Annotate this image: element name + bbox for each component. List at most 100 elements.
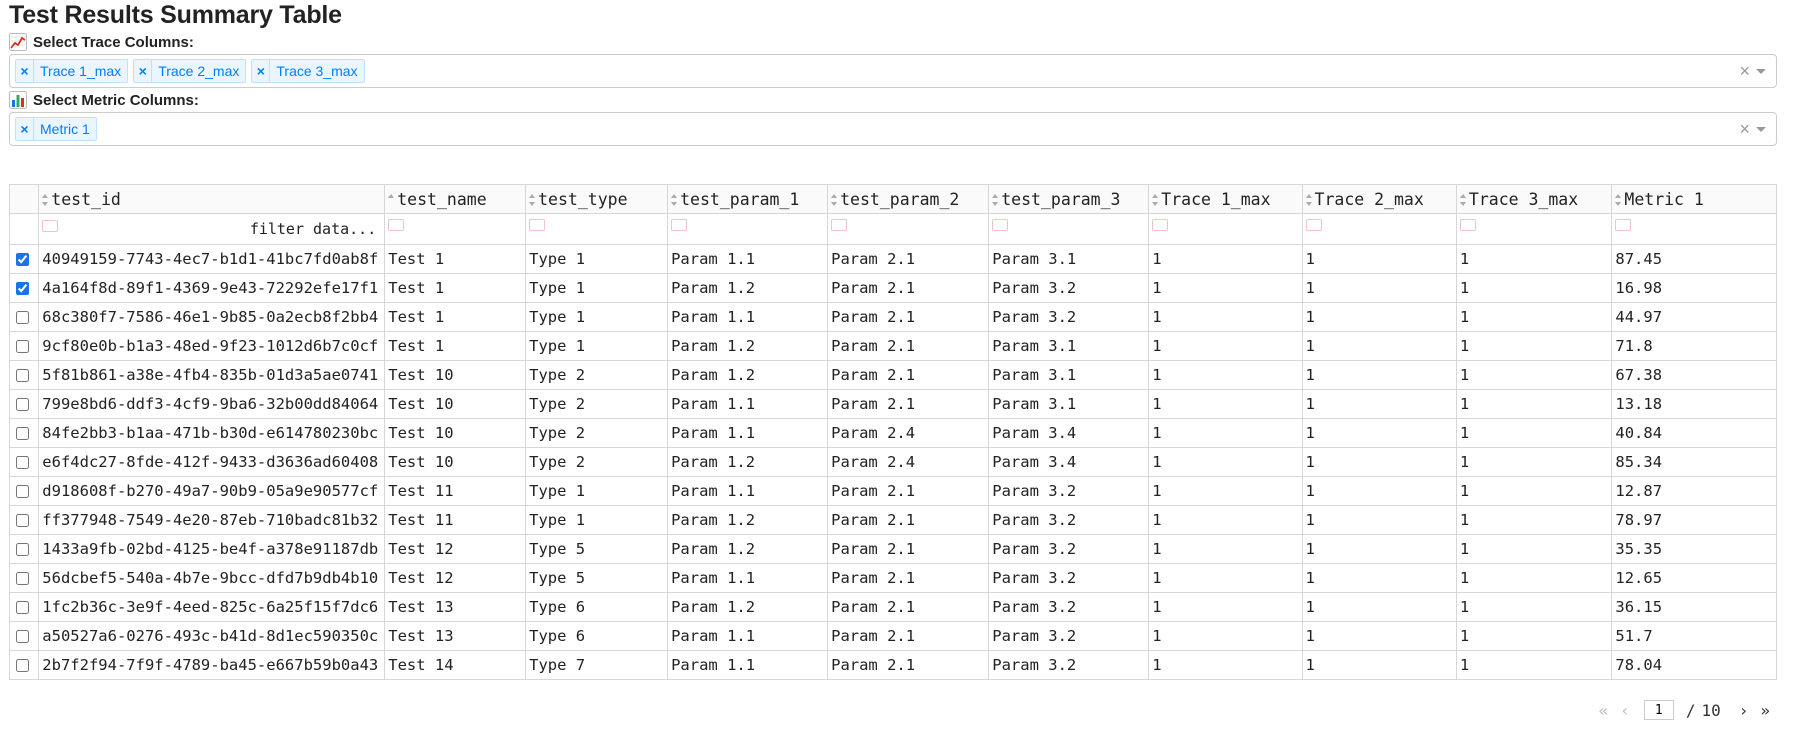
row-select-checkbox[interactable]: [16, 368, 29, 382]
table-cell[interactable]: 9cf80e0b-b1a3-48ed-9f23-1012d6b7c0cf: [38, 331, 386, 361]
table-cell[interactable]: Type 5: [525, 534, 669, 564]
table-cell[interactable]: Test 11: [384, 476, 527, 506]
row-select-checkbox[interactable]: [16, 600, 29, 614]
table-cell[interactable]: Test 13: [384, 621, 527, 651]
sort-icon[interactable]: [42, 193, 49, 206]
table-row[interactable]: 84fe2bb3-b1aa-471b-b30d-e614780230bc Test…: [8, 418, 1777, 448]
table-cell[interactable]: Test 14: [384, 650, 527, 680]
table-cell[interactable]: 1: [1301, 447, 1457, 477]
table-cell[interactable]: 1: [1148, 534, 1303, 564]
table-cell[interactable]: Type 5: [525, 563, 669, 593]
table-row[interactable]: ff377948-7549-4e20-87eb-710badc81b32 Test…: [8, 505, 1777, 535]
table-cell[interactable]: 1: [1455, 418, 1613, 448]
table-cell[interactable]: Type 2: [525, 389, 669, 419]
sort-icon[interactable]: [1459, 193, 1467, 206]
row-select-checkbox[interactable]: [16, 252, 29, 266]
trace-chip-remove-button[interactable]: ×: [16, 60, 34, 82]
table-cell[interactable]: Param 3.2: [988, 621, 1150, 651]
table-cell[interactable]: Type 7: [525, 650, 669, 680]
table-cell[interactable]: Test 1: [384, 244, 527, 274]
table-cell[interactable]: 1: [1455, 389, 1613, 419]
row-select-checkbox[interactable]: [16, 513, 29, 527]
column-filter-input[interactable]: [525, 213, 669, 245]
trace-clear-all-button[interactable]: ×: [1739, 61, 1750, 82]
table-row[interactable]: d918608f-b270-49a7-90b9-05a9e90577cf Test…: [8, 476, 1777, 506]
row-select-checkbox[interactable]: [16, 542, 29, 556]
table-row[interactable]: 1fc2b36c-3e9f-4eed-825c-6a25f15f7dc6 Test…: [8, 592, 1777, 622]
table-cell[interactable]: 12.65: [1611, 563, 1777, 593]
table-cell[interactable]: Param 2.1: [827, 534, 990, 564]
table-cell[interactable]: Param 3.2: [988, 476, 1150, 506]
column-filter-input[interactable]: filter data...: [38, 213, 386, 245]
table-cell[interactable]: Param 3.2: [988, 592, 1150, 622]
table-cell[interactable]: 40949159-7743-4ec7-b1d1-41bc7fd0ab8f: [38, 244, 386, 274]
current-page-input[interactable]: [1643, 700, 1674, 720]
table-cell[interactable]: 1: [1455, 563, 1613, 593]
row-select-checkbox[interactable]: [16, 484, 29, 498]
trace-chip-remove-button[interactable]: ×: [252, 60, 271, 82]
table-cell[interactable]: Test 10: [384, 389, 527, 419]
table-cell[interactable]: d918608f-b270-49a7-90b9-05a9e90577cf: [38, 476, 386, 506]
table-cell[interactable]: 1: [1455, 331, 1613, 361]
table-cell[interactable]: Param 3.1: [988, 360, 1150, 390]
table-cell[interactable]: Param 2.1: [827, 389, 990, 419]
metric-chip-remove-button[interactable]: ×: [16, 118, 34, 140]
table-cell[interactable]: 85.34: [1611, 447, 1777, 477]
column-filter-input[interactable]: [1148, 213, 1303, 245]
table-cell[interactable]: 68c380f7-7586-46e1-9b85-0a2ecb8f2bb4: [38, 302, 386, 332]
table-cell[interactable]: 1: [1301, 563, 1457, 593]
table-cell[interactable]: 78.97: [1611, 505, 1777, 535]
table-row[interactable]: 56dcbef5-540a-4b7e-9bcc-dfd7b9db4b10 Test…: [8, 563, 1777, 593]
table-cell[interactable]: 1: [1455, 476, 1613, 506]
table-cell[interactable]: Param 1.1: [667, 302, 829, 332]
table-cell[interactable]: Param 3.4: [988, 418, 1150, 448]
table-cell[interactable]: Param 2.1: [827, 650, 990, 680]
table-cell[interactable]: 1: [1301, 331, 1457, 361]
table-cell[interactable]: ff377948-7549-4e20-87eb-710badc81b32: [38, 505, 386, 535]
table-cell[interactable]: Param 2.1: [827, 476, 990, 506]
table-cell[interactable]: Param 2.1: [827, 331, 990, 361]
table-cell[interactable]: Param 3.2: [988, 505, 1150, 535]
table-cell[interactable]: 1: [1148, 244, 1303, 274]
column-filter-input[interactable]: [1301, 213, 1457, 245]
next-page-button[interactable]: ›: [1733, 701, 1755, 720]
row-select-checkbox[interactable]: [16, 426, 29, 440]
table-cell[interactable]: 78.04: [1611, 650, 1777, 680]
table-cell[interactable]: Param 2.4: [827, 418, 990, 448]
trace-chip[interactable]: × Trace 3_max: [251, 59, 365, 83]
table-cell[interactable]: 84fe2bb3-b1aa-471b-b30d-e614780230bc: [38, 418, 386, 448]
table-cell[interactable]: 1: [1455, 244, 1613, 274]
table-cell[interactable]: Param 1.1: [667, 244, 829, 274]
table-cell[interactable]: 1: [1301, 592, 1457, 622]
table-cell[interactable]: 1: [1455, 621, 1613, 651]
table-row[interactable]: 799e8bd6-ddf3-4cf9-9ba6-32b00dd84064 Test…: [8, 389, 1777, 419]
sort-icon[interactable]: [388, 193, 395, 206]
table-cell[interactable]: Param 3.2: [988, 302, 1150, 332]
table-cell[interactable]: 4a164f8d-89f1-4369-9e43-72292efe17f1: [38, 273, 386, 303]
column-header[interactable]: Trace 2_max: [1301, 184, 1457, 214]
table-cell[interactable]: Param 1.1: [667, 650, 829, 680]
column-filter-input[interactable]: [667, 213, 829, 245]
table-cell[interactable]: 1: [1148, 360, 1303, 390]
table-cell[interactable]: Param 1.2: [667, 360, 829, 390]
table-cell[interactable]: Type 1: [525, 302, 669, 332]
row-select-checkbox[interactable]: [16, 281, 29, 295]
column-header[interactable]: test_param_3: [988, 184, 1150, 214]
table-cell[interactable]: Test 10: [384, 360, 527, 390]
table-cell[interactable]: 13.18: [1611, 389, 1777, 419]
table-cell[interactable]: 1: [1148, 592, 1303, 622]
table-row[interactable]: e6f4dc27-8fde-412f-9433-d3636ad60408 Test…: [8, 447, 1777, 477]
table-cell[interactable]: Param 1.2: [667, 447, 829, 477]
table-cell[interactable]: Param 2.1: [827, 592, 990, 622]
table-cell[interactable]: Param 2.1: [827, 621, 990, 651]
table-cell[interactable]: 1: [1301, 505, 1457, 535]
sort-icon[interactable]: [671, 193, 678, 206]
table-row[interactable]: 40949159-7743-4ec7-b1d1-41bc7fd0ab8f Test…: [8, 244, 1777, 274]
table-row[interactable]: 68c380f7-7586-46e1-9b85-0a2ecb8f2bb4 Test…: [8, 302, 1777, 332]
sort-icon[interactable]: [1152, 193, 1159, 206]
table-cell[interactable]: 799e8bd6-ddf3-4cf9-9ba6-32b00dd84064: [38, 389, 386, 419]
column-header[interactable]: test_type: [525, 184, 669, 214]
table-cell[interactable]: Param 3.4: [988, 447, 1150, 477]
table-cell[interactable]: Test 1: [384, 331, 527, 361]
table-cell[interactable]: Param 3.1: [988, 389, 1150, 419]
